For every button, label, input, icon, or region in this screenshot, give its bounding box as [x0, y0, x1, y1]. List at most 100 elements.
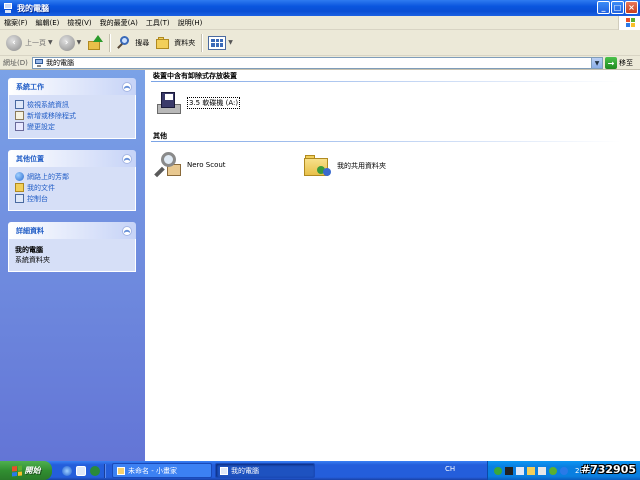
media-player-icon[interactable] [90, 465, 100, 476]
address-input[interactable]: 我的電腦 ▼ [32, 57, 603, 69]
network-places-icon [15, 172, 24, 181]
details-panel: 詳細資料 ︽ 我的電腦 系統資料夾 [8, 222, 136, 272]
title-bar[interactable]: 我的電腦 _ □ × [0, 0, 640, 16]
address-dropdown-icon[interactable]: ▼ [591, 58, 602, 68]
details-title: 詳細資料 [16, 226, 44, 235]
back-dropdown-icon[interactable]: ▼ [48, 39, 53, 46]
menu-bar: 檔案(F) 編輯(E) 檢視(V) 我的最愛(A) 工具(T) 說明(H) [0, 16, 640, 30]
menu-tools[interactable]: 工具(T) [142, 18, 174, 28]
show-desktop-icon[interactable] [76, 465, 86, 476]
go-button[interactable]: → 移至 [605, 57, 633, 69]
place-control-panel[interactable]: 控制台 [15, 193, 129, 204]
place-my-documents[interactable]: 我的文件 [15, 182, 129, 193]
folder-up-icon [87, 34, 104, 51]
taskbar: 開始 未命名 - 小畫家 我的電腦 CH 20:51 [0, 461, 640, 480]
minimize-button[interactable]: _ [597, 1, 610, 14]
display-icon[interactable] [516, 466, 524, 475]
section-divider [151, 141, 621, 142]
volume-icon[interactable] [538, 466, 546, 475]
menu-favorites[interactable]: 我的最愛(A) [96, 18, 142, 28]
system-tasks-header[interactable]: 系統工作 ︽ [8, 78, 136, 95]
toolbar-divider [109, 33, 111, 52]
control-panel-icon [15, 194, 24, 203]
menu-view[interactable]: 檢視(V) [63, 18, 95, 28]
window-controls: _ □ × [597, 1, 638, 14]
forward-button[interactable]: › ▼ [56, 32, 85, 54]
taskbar-button-my-computer[interactable]: 我的電腦 [215, 463, 315, 478]
tray-app-icon[interactable] [505, 466, 513, 475]
collapse-chevron-icon[interactable]: ︽ [122, 153, 132, 164]
toolbar: ‹ 上一頁 ▼ › ▼ 搜尋 資料夾 ▼ [0, 30, 640, 56]
internet-explorer-icon[interactable] [62, 465, 72, 476]
my-computer-icon [3, 2, 13, 14]
shared-folder-label: 我的共用資料夾 [337, 162, 386, 170]
content-area: 裝置中含有卸除式存放裝置 3.5 軟碟機 (A:) 其他 Nero Scout … [145, 70, 640, 461]
menu-file[interactable]: 檔案(F) [0, 18, 32, 28]
go-arrow-icon: → [605, 57, 617, 69]
up-button[interactable] [84, 32, 106, 54]
paint-icon [117, 466, 125, 475]
place-network[interactable]: 網路上的芳鄰 [15, 171, 129, 182]
floppy-drive-label: 3.5 軟碟機 (A:) [187, 97, 241, 109]
nero-scout-icon [153, 150, 183, 180]
floppy-drive-icon [155, 90, 183, 116]
views-dropdown-icon[interactable]: ▼ [228, 39, 233, 46]
tray-folder-icon[interactable] [527, 466, 535, 475]
section-divider [151, 81, 621, 82]
language-indicator[interactable]: CH [445, 465, 455, 473]
search-icon [116, 35, 132, 51]
maximize-button[interactable]: □ [611, 1, 624, 14]
windows-logo-icon [618, 16, 640, 30]
folders-label: 資料夾 [174, 38, 196, 47]
control-panel-icon [15, 122, 24, 131]
search-button[interactable]: 搜尋 [113, 32, 152, 54]
details-name: 我的電腦 [15, 246, 43, 254]
address-bar: 網址(D) 我的電腦 ▼ → 移至 [0, 56, 640, 70]
network-status-icon[interactable] [494, 466, 502, 475]
toolbar-divider [201, 33, 203, 52]
task-pane: 系統工作 ︽ 檢視系統資訊 新增或移除程式 變更設定 其他位置 ︽ 網路上的芳鄰… [0, 70, 145, 461]
back-arrow-icon: ‹ [6, 34, 22, 51]
taskbar-button-label: 我的電腦 [231, 466, 259, 475]
views-icon [208, 35, 227, 50]
nero-scout-item[interactable]: Nero Scout [153, 150, 226, 180]
update-icon[interactable] [560, 466, 568, 475]
details-body: 我的電腦 系統資料夾 [8, 239, 136, 272]
taskbar-button-paint[interactable]: 未命名 - 小畫家 [112, 463, 212, 478]
start-button[interactable]: 開始 [0, 461, 52, 480]
views-button[interactable]: ▼ [205, 32, 236, 54]
collapse-chevron-icon[interactable]: ︽ [122, 225, 132, 236]
place-label: 控制台 [27, 194, 48, 203]
details-header[interactable]: 詳細資料 ︽ [8, 222, 136, 239]
forward-arrow-icon: › [58, 34, 75, 51]
collapse-chevron-icon[interactable]: ︽ [122, 81, 132, 92]
shared-folder-item[interactable]: 我的共用資料夾 [303, 152, 386, 180]
task-add-remove-programs[interactable]: 新增或移除程式 [15, 110, 129, 121]
floppy-drive-item[interactable]: 3.5 軟碟機 (A:) [155, 90, 241, 116]
quick-launch-divider [104, 463, 105, 478]
folders-icon [155, 35, 171, 51]
start-label: 開始 [24, 466, 41, 475]
add-remove-programs-icon [15, 111, 24, 120]
menu-help[interactable]: 說明(H) [174, 18, 207, 28]
task-view-system-info[interactable]: 檢視系統資訊 [15, 99, 129, 110]
security-icon[interactable] [549, 466, 557, 475]
close-button[interactable]: × [625, 1, 638, 14]
other-places-header[interactable]: 其他位置 ︽ [8, 150, 136, 167]
folders-button[interactable]: 資料夾 [152, 32, 198, 54]
other-places-list: 網路上的芳鄰 我的文件 控制台 [8, 167, 136, 211]
nero-scout-label: Nero Scout [187, 161, 226, 169]
address-value: 我的電腦 [46, 59, 74, 67]
system-tasks-title: 系統工作 [16, 82, 44, 91]
task-change-settings[interactable]: 變更設定 [15, 121, 129, 132]
task-label: 變更設定 [27, 122, 55, 131]
forward-dropdown-icon[interactable]: ▼ [77, 39, 82, 46]
task-label: 新增或移除程式 [27, 111, 76, 120]
system-tasks-list: 檢視系統資訊 新增或移除程式 變更設定 [8, 95, 136, 139]
windows-logo-icon [11, 464, 22, 477]
system-info-icon [15, 100, 24, 109]
task-label: 檢視系統資訊 [27, 100, 69, 109]
back-label: 上一頁 [25, 38, 46, 47]
menu-edit[interactable]: 編輯(E) [32, 18, 64, 28]
back-button[interactable]: ‹ 上一頁 ▼ [3, 32, 56, 54]
